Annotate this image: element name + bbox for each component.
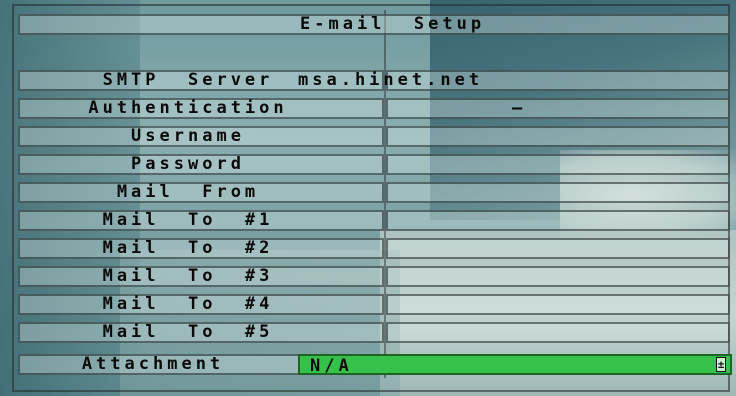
authentication-label: Authentication	[88, 98, 288, 118]
mail-from-label: Mail From	[116, 182, 260, 202]
attachment-label: Attachment	[81, 354, 225, 374]
mail-to-3-row[interactable]: Mail To #3	[12, 266, 732, 289]
page-title: E-mail Setup	[300, 14, 486, 34]
attachment-selector[interactable]: N/A ±	[298, 354, 732, 376]
smtp-server-row[interactable]: SMTP Server msa.hinet.net	[12, 70, 732, 93]
mail-to-4-row[interactable]: Mail To #4	[12, 294, 732, 317]
title-bar: E-mail Setup	[12, 14, 732, 37]
username-row[interactable]: Username	[12, 126, 732, 149]
smtp-server-value[interactable]: msa.hinet.net	[298, 70, 483, 91]
mail-to-2-row[interactable]: Mail To #2	[12, 238, 732, 261]
attachment-row[interactable]: Attachment N/A ±	[12, 354, 732, 377]
mail-to-5-row[interactable]: Mail To #5	[12, 322, 732, 345]
plus-minus-icon[interactable]: ±	[716, 357, 726, 372]
password-label: Password	[131, 154, 245, 174]
attachment-value: N/A	[310, 356, 353, 376]
username-label: Username	[131, 126, 245, 146]
mail-from-row[interactable]: Mail From	[12, 182, 732, 205]
mail-to-3-label: Mail To #3	[102, 266, 274, 286]
authentication-value[interactable]: –	[512, 98, 526, 119]
mail-to-2-label: Mail To #2	[102, 238, 274, 258]
authentication-row[interactable]: Authentication –	[12, 98, 732, 121]
mail-to-1-row[interactable]: Mail To #1	[12, 210, 732, 233]
mail-to-1-label: Mail To #1	[102, 210, 274, 230]
password-row[interactable]: Password	[12, 154, 732, 177]
mail-to-4-label: Mail To #4	[102, 294, 274, 314]
mail-to-5-label: Mail To #5	[102, 322, 274, 342]
